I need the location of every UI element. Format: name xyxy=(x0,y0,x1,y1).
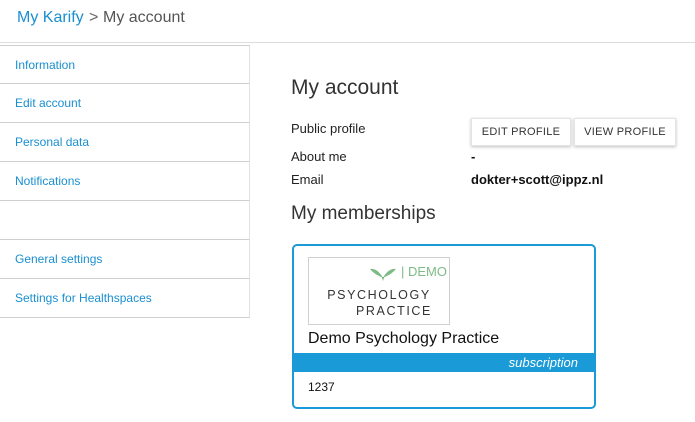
sidebar: Information Edit account Personal data N… xyxy=(0,45,250,318)
logo-demo-text: | DEMO xyxy=(401,264,447,279)
practice-logo: | DEMO PSYCHOLOGY PRACTICE xyxy=(308,257,450,325)
page-title: My account xyxy=(291,76,399,99)
public-profile-label: Public profile xyxy=(291,121,366,136)
sidebar-item-label[interactable]: Settings for Healthspaces xyxy=(15,291,152,305)
sidebar-item-personal-data[interactable]: Personal data xyxy=(0,123,250,162)
membership-card[interactable]: | DEMO PSYCHOLOGY PRACTICE Demo Psycholo… xyxy=(292,244,596,409)
view-profile-button[interactable]: VIEW PROFILE xyxy=(574,118,676,146)
breadcrumb-current: My account xyxy=(103,9,185,26)
practice-name: Demo Psychology Practice xyxy=(308,330,500,347)
about-me-value: - xyxy=(471,149,476,164)
breadcrumb-separator: > xyxy=(89,9,99,26)
breadcrumb-home-link[interactable]: My Karify xyxy=(17,9,84,27)
sidebar-item-general-settings[interactable]: General settings xyxy=(0,240,250,279)
sidebar-item-information[interactable]: Information xyxy=(0,45,250,84)
about-me-label: About me xyxy=(291,149,347,164)
main-content: My account Public profile EDIT PROFILE V… xyxy=(291,0,695,422)
memberships-title: My memberships xyxy=(291,203,436,224)
sidebar-item-empty xyxy=(0,201,250,240)
sidebar-item-label[interactable]: General settings xyxy=(15,252,102,266)
logo-line2: PRACTICE xyxy=(355,304,432,318)
email-value: dokter+scott@ippz.nl xyxy=(471,172,604,187)
sidebar-item-notifications[interactable]: Notifications xyxy=(0,162,250,201)
membership-type: subscription xyxy=(508,355,578,370)
sidebar-item-edit-account[interactable]: Edit account xyxy=(0,84,250,123)
leaf-icon xyxy=(370,268,396,281)
logo-line1: PSYCHOLOGY xyxy=(327,288,431,302)
edit-profile-button[interactable]: EDIT PROFILE xyxy=(471,118,571,146)
sidebar-item-label[interactable]: Edit account xyxy=(15,96,81,110)
email-label: Email xyxy=(291,172,324,187)
sidebar-item-healthspace-settings[interactable]: Settings for Healthspaces xyxy=(0,279,250,318)
membership-id: 1237 xyxy=(308,380,335,394)
sidebar-item-label[interactable]: Personal data xyxy=(15,135,89,149)
sidebar-item-label[interactable]: Information xyxy=(15,58,75,72)
sidebar-item-label[interactable]: Notifications xyxy=(15,174,80,188)
membership-type-band: subscription xyxy=(294,353,594,372)
